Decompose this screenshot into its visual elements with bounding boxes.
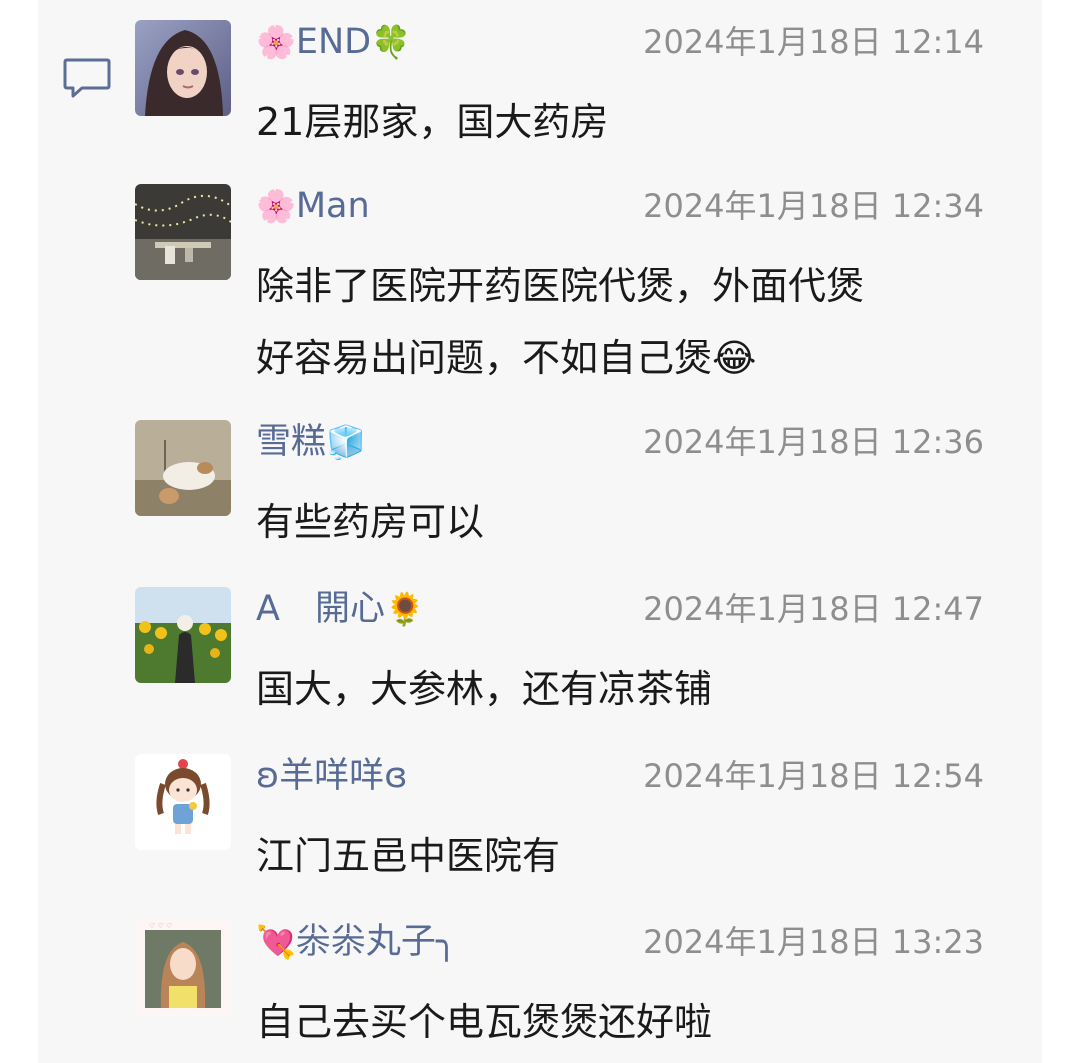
flower-emoji: 🌸 [256, 23, 296, 61]
comment-nickname[interactable]: 🌸 END 🍀 [256, 20, 411, 64]
comment-text: 21层那家，国大药房 [256, 100, 609, 144]
comment-text: 除非了医院开药医院代煲，外面代煲 好容易出问题，不如自己煲😂 [256, 264, 865, 380]
comment-text: 有些药房可以 [256, 500, 485, 544]
svg-text:♡ ♡ ♡: ♡ ♡ ♡ [149, 922, 172, 930]
sunflower-field-avatar[interactable] [135, 587, 231, 683]
comment-timestamp: 2024年1月18日 12:36 [643, 423, 984, 461]
ice-cube-emoji: 🧊 [326, 423, 366, 461]
flower-emoji: 🌸 [256, 187, 296, 225]
cartoon-girl-avatar[interactable] [135, 754, 231, 850]
laughing-emoji: 😂 [712, 336, 757, 380]
dog-photo-avatar[interactable] [135, 420, 231, 516]
comment-nickname[interactable]: ʚ羊咩咩ɞ [256, 754, 408, 798]
comment-nickname[interactable]: A 開心 🌻 [256, 587, 425, 631]
anime-girl-avatar[interactable] [135, 20, 231, 116]
string-lights-photo-avatar[interactable] [135, 184, 231, 280]
comment-timestamp: 2024年1月18日 12:34 [643, 187, 984, 225]
comment-icon [63, 58, 111, 98]
comment-text: 江门五邑中医院有 [256, 834, 561, 878]
comment-timestamp: 2024年1月18日 12:14 [643, 23, 984, 61]
comment-text: 国大，大参林，还有凉茶铺 [256, 667, 713, 711]
selfie-girl-avatar[interactable]: ♡ ♡ ♡ [135, 920, 231, 1016]
comment-timestamp: 2024年1月18日 13:23 [643, 923, 984, 961]
comment-nickname[interactable]: 🌸 Man [256, 184, 370, 228]
comment-nickname[interactable]: 💘 尜尜丸子╮ [256, 920, 457, 964]
comment-nickname[interactable]: 雪糕 🧊 [256, 420, 366, 464]
comment-timestamp: 2024年1月18日 12:54 [643, 757, 984, 795]
clover-emoji: 🍀 [371, 23, 411, 61]
comment-timestamp: 2024年1月18日 12:47 [643, 590, 984, 628]
sunflower-emoji: 🌻 [384, 590, 425, 628]
comment-text: 自己去买个电瓦煲煲还好啦 [256, 1000, 713, 1044]
heart-arrow-emoji: 💘 [256, 923, 296, 961]
